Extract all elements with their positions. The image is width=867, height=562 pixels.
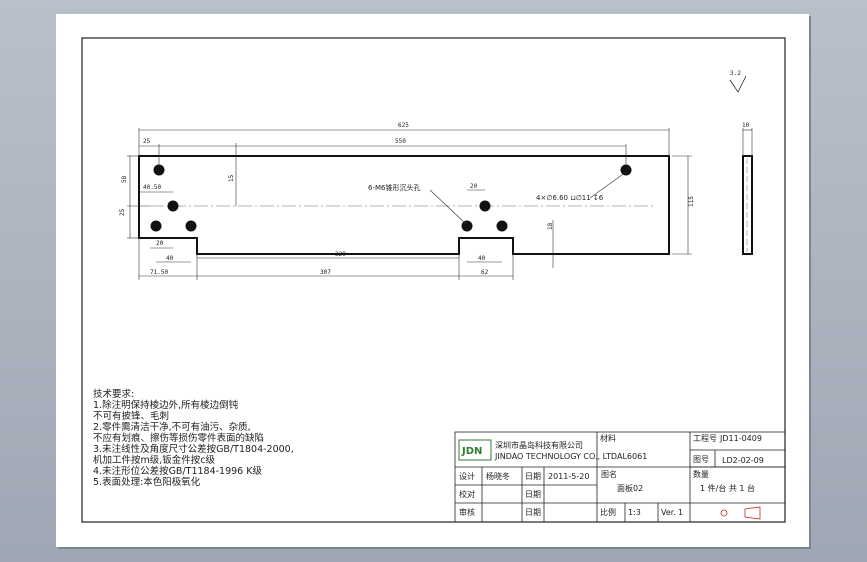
dim-58: 58 (121, 175, 128, 183)
company-name-en: JINDAO TECHNOLOGY CO., LTD (494, 452, 617, 461)
dimension-lines (127, 128, 692, 280)
version-value: 1 (678, 508, 683, 517)
note-line: 不应有划痕、擦伤等损伤零件表面的缺陷 (93, 433, 265, 444)
dim-20-right: 20 (470, 183, 478, 190)
roughness-value: 3.2 (730, 70, 741, 77)
dim-307: 307 (320, 269, 331, 276)
hole[interactable] (620, 164, 632, 176)
scale-value: 1:3 (628, 508, 641, 517)
check-label: 校对 (459, 489, 475, 499)
callout-hole-spec: 4×∅6.60 ⊔∅11 ↧6 (536, 194, 604, 202)
dim-329: 329 (335, 251, 346, 258)
company-name-cn: 深圳市晶岛科技有限公司 (495, 440, 583, 450)
plate-outline[interactable] (138, 155, 670, 255)
dim-40-left: 40 (166, 255, 174, 262)
technical-notes: 技术要求: 1.除注明保持棱边外,所有棱边倒钝 不可有披锋、毛刺 2.零件需清洁… (93, 389, 333, 488)
review-label: 审核 (459, 507, 475, 517)
roughness-icon (729, 75, 747, 93)
hole[interactable] (185, 220, 197, 232)
design-label: 设计 (459, 471, 475, 481)
material-label: 材料 (600, 433, 616, 443)
dim-20-left: 20 (156, 240, 164, 247)
note-line: 5.表面处理:本色阳极氧化 (93, 477, 201, 488)
dim-40-50: 40.50 (143, 184, 161, 191)
company-logo-text: JDN (461, 446, 482, 457)
date-label-1: 日期 (525, 472, 541, 481)
dim-10: 10 (742, 122, 750, 129)
dim-25-top: 25 (143, 138, 151, 145)
dim-550: 550 (395, 138, 406, 145)
dim-62: 62 (481, 269, 489, 276)
part-name-label: 图名 (601, 469, 617, 479)
dim-25-left: 25 (119, 208, 126, 216)
date-label-2: 日期 (525, 490, 541, 499)
side-view[interactable] (742, 155, 753, 255)
note-line: 机加工件按m级,钣金件按c级 (93, 455, 215, 466)
material-value: AL6061 (617, 452, 647, 461)
hole[interactable] (153, 164, 165, 176)
dim-115: 115 (688, 196, 695, 207)
drawing-no-label: 图号 (693, 455, 709, 464)
note-line: 不可有披锋、毛刺 (93, 411, 170, 422)
hole[interactable] (167, 200, 179, 212)
designer-value: 杨晓冬 (486, 471, 510, 481)
projection-symbol-icon (720, 509, 728, 517)
project-value: JD11-0409 (719, 434, 762, 443)
callout-countersink: 6-M6锥形沉头孔 (368, 183, 420, 192)
quantity-value: 1 件/台 共 1 台 (700, 483, 755, 493)
drawing-no-value: LD2-02-09 (722, 456, 764, 465)
part-name-value: 面板02 (617, 483, 643, 493)
hole[interactable] (479, 200, 491, 212)
note-line: 3.未注线性及角度尺寸公差按GB/T1804-2000, (93, 444, 294, 455)
note-line: 1.除注明保持棱边外,所有棱边倒钝 (93, 400, 239, 411)
dim-18: 18 (547, 222, 554, 230)
hole[interactable] (496, 220, 508, 232)
scale-label: 比例 (600, 507, 616, 517)
projection-cone-icon (744, 506, 761, 520)
note-line: 2.零件需清洁干净,不可有油污、杂质, (93, 422, 251, 433)
dim-15: 15 (228, 174, 235, 182)
project-label: 工程号 (693, 434, 717, 443)
note-line: 4.未注形位公差按GB/T1184-1996 K级 (93, 466, 262, 477)
hole[interactable] (150, 220, 162, 232)
hole[interactable] (461, 220, 473, 232)
date-label-3: 日期 (525, 508, 541, 517)
dim-71-50: 71.50 (150, 269, 168, 276)
dim-625: 625 (398, 122, 409, 129)
version-label: Ver. (661, 508, 676, 517)
quantity-label: 数量 (693, 469, 709, 479)
date-value: 2011-5-20 (548, 472, 589, 481)
dim-40-right: 40 (478, 255, 486, 262)
notes-title: 技术要求: (93, 389, 135, 400)
